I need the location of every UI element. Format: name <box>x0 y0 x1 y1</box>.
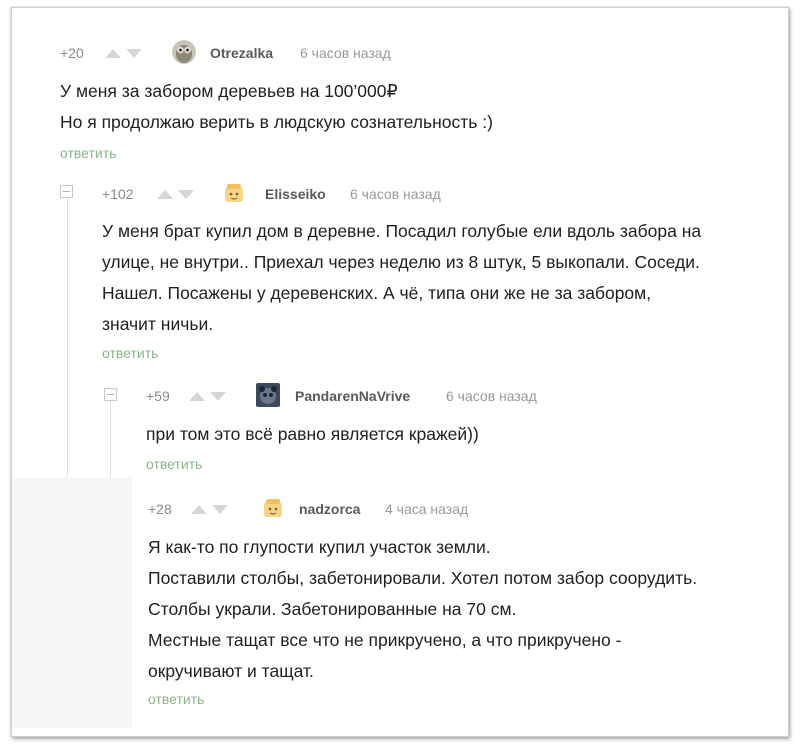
rating: +59 <box>146 388 170 404</box>
collapse-button[interactable] <box>104 388 117 401</box>
downvote-icon[interactable] <box>178 190 194 199</box>
comment-text-line: Я как-то по глупости купил участок земли… <box>148 537 491 557</box>
rating: +28 <box>148 501 172 517</box>
comment-text-line: Поставили столбы, забетонировали. Хотел … <box>148 568 698 588</box>
avatar[interactable] <box>261 496 285 520</box>
comment-text-line: Но я продолжаю верить в людскую сознател… <box>60 112 493 132</box>
comment-text-line: окручивают и тащат. <box>148 661 314 681</box>
vote-buttons <box>105 49 142 58</box>
vote-buttons <box>191 505 228 514</box>
avatar[interactable] <box>256 383 280 407</box>
reply-link[interactable]: ответить <box>102 345 158 361</box>
avatar[interactable] <box>222 181 246 205</box>
comment-text-line: У меня за забором деревьев на 100’000₽ <box>60 81 398 101</box>
comment-text-line: при том это всё равно является кражей)) <box>146 424 479 444</box>
timestamp: 4 часа назад <box>385 501 469 517</box>
reply-link[interactable]: ответить <box>148 691 204 707</box>
username[interactable]: PandarenNaVrive <box>295 388 410 404</box>
comment-text-line: У меня брат купил дом в деревне. Посадил… <box>102 221 702 241</box>
comment-header: +20 Otrezalka 6 часов назад <box>60 40 560 65</box>
upvote-icon[interactable] <box>157 190 173 199</box>
vote-buttons <box>157 190 194 199</box>
username[interactable]: Otrezalka <box>210 45 273 61</box>
rating: +102 <box>102 186 134 202</box>
thread-shade <box>12 478 132 728</box>
comment-header: +28 nadzorca 4 часа назад <box>148 496 648 521</box>
upvote-icon[interactable] <box>105 49 121 58</box>
comment-body: Я как-то по глупости купил участок земли… <box>148 532 697 687</box>
default-avatar-icon <box>261 496 285 520</box>
upvote-icon[interactable] <box>191 505 207 514</box>
comment-header: +102 Elisseiko 6 часов назад <box>102 181 602 206</box>
timestamp: 6 часов назад <box>350 186 441 202</box>
comment-text-line: Местные тащат все что не прикручено, а ч… <box>148 630 622 650</box>
comment-text-line: Столбы украли. Забетонированные на 70 см… <box>148 599 517 619</box>
comment-text-line: Нашел. Посажены у деревенских. А чё, тип… <box>102 283 652 303</box>
avatar[interactable] <box>172 40 196 64</box>
comment-body: У меня за забором деревьев на 100’000₽ Н… <box>60 76 493 138</box>
panda-avatar-icon <box>256 383 280 407</box>
downvote-icon[interactable] <box>212 505 228 514</box>
downvote-icon[interactable] <box>210 392 226 401</box>
vote-buttons <box>189 392 226 401</box>
timestamp: 6 часов назад <box>446 388 537 404</box>
username[interactable]: nadzorca <box>299 501 360 517</box>
comments-panel: +20 Otrezalka 6 часов назад У меня за за… <box>11 7 789 737</box>
comment-body: при том это всё равно является кражей)) <box>146 419 479 450</box>
downvote-icon[interactable] <box>126 49 142 58</box>
comment-text-line: улице, не внутри.. Приехал через неделю … <box>102 252 700 272</box>
rating: +20 <box>60 45 84 61</box>
comment-text-line: значит ничьи. <box>102 314 214 334</box>
username[interactable]: Elisseiko <box>265 186 326 202</box>
reply-link[interactable]: ответить <box>60 145 116 161</box>
timestamp: 6 часов назад <box>300 45 391 61</box>
owl-avatar-icon <box>172 40 196 64</box>
default-avatar-icon <box>222 181 246 205</box>
reply-link[interactable]: ответить <box>146 456 202 472</box>
collapse-button[interactable] <box>60 185 73 198</box>
comment-header: +59 PandarenNaVrive 6 часов назад <box>146 383 646 408</box>
upvote-icon[interactable] <box>189 392 205 401</box>
comment-body: У меня брат купил дом в деревне. Посадил… <box>102 216 701 340</box>
